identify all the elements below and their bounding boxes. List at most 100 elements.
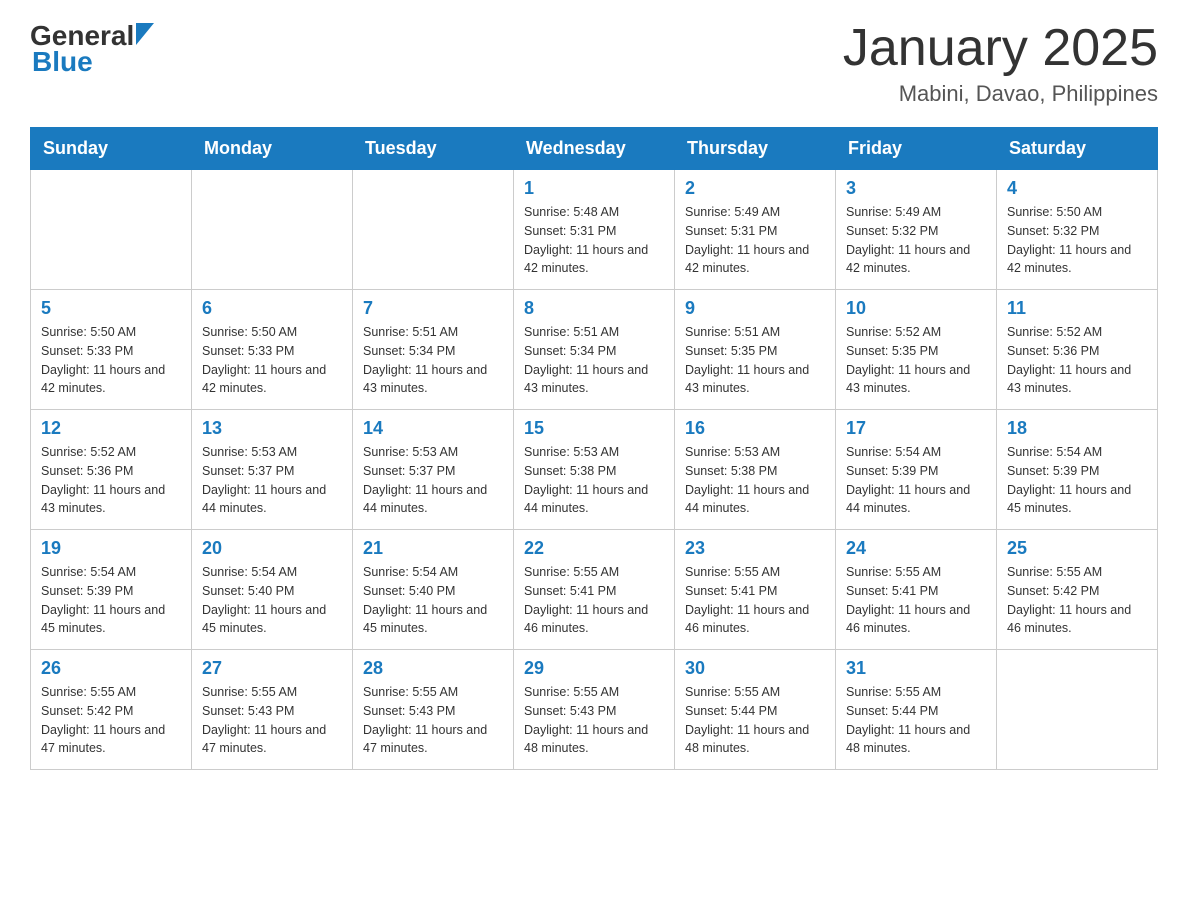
day-number: 23: [685, 538, 825, 559]
calendar-cell: [192, 170, 353, 290]
day-number: 10: [846, 298, 986, 319]
day-info: Sunrise: 5:54 AMSunset: 5:39 PMDaylight:…: [41, 563, 181, 638]
day-info: Sunrise: 5:49 AMSunset: 5:32 PMDaylight:…: [846, 203, 986, 278]
day-info: Sunrise: 5:52 AMSunset: 5:35 PMDaylight:…: [846, 323, 986, 398]
calendar-cell: 24 Sunrise: 5:55 AMSunset: 5:41 PMDayligh…: [836, 530, 997, 650]
day-number: 18: [1007, 418, 1147, 439]
day-number: 30: [685, 658, 825, 679]
day-info: Sunrise: 5:53 AMSunset: 5:38 PMDaylight:…: [524, 443, 664, 518]
calendar-cell: 17 Sunrise: 5:54 AMSunset: 5:39 PMDayligh…: [836, 410, 997, 530]
day-info: Sunrise: 5:55 AMSunset: 5:42 PMDaylight:…: [41, 683, 181, 758]
day-info: Sunrise: 5:53 AMSunset: 5:37 PMDaylight:…: [363, 443, 503, 518]
day-info: Sunrise: 5:51 AMSunset: 5:34 PMDaylight:…: [524, 323, 664, 398]
day-info: Sunrise: 5:55 AMSunset: 5:41 PMDaylight:…: [846, 563, 986, 638]
day-info: Sunrise: 5:55 AMSunset: 5:43 PMDaylight:…: [363, 683, 503, 758]
day-number: 20: [202, 538, 342, 559]
calendar-header-row: SundayMondayTuesdayWednesdayThursdayFrid…: [31, 128, 1158, 170]
day-number: 14: [363, 418, 503, 439]
day-number: 25: [1007, 538, 1147, 559]
day-number: 6: [202, 298, 342, 319]
day-info: Sunrise: 5:55 AMSunset: 5:41 PMDaylight:…: [685, 563, 825, 638]
page-header: General Blue January 2025 Mabini, Davao,…: [30, 20, 1158, 107]
day-number: 4: [1007, 178, 1147, 199]
day-number: 19: [41, 538, 181, 559]
day-info: Sunrise: 5:55 AMSunset: 5:43 PMDaylight:…: [524, 683, 664, 758]
calendar-cell: 19 Sunrise: 5:54 AMSunset: 5:39 PMDayligh…: [31, 530, 192, 650]
calendar-table: SundayMondayTuesdayWednesdayThursdayFrid…: [30, 127, 1158, 770]
calendar-cell: 22 Sunrise: 5:55 AMSunset: 5:41 PMDayligh…: [514, 530, 675, 650]
day-info: Sunrise: 5:55 AMSunset: 5:42 PMDaylight:…: [1007, 563, 1147, 638]
calendar-cell: 14 Sunrise: 5:53 AMSunset: 5:37 PMDayligh…: [353, 410, 514, 530]
day-number: 13: [202, 418, 342, 439]
calendar-cell: [31, 170, 192, 290]
logo-blue-text: Blue: [32, 46, 154, 78]
header-tuesday: Tuesday: [353, 128, 514, 170]
day-number: 11: [1007, 298, 1147, 319]
day-info: Sunrise: 5:55 AMSunset: 5:41 PMDaylight:…: [524, 563, 664, 638]
calendar-cell: 9 Sunrise: 5:51 AMSunset: 5:35 PMDaylight…: [675, 290, 836, 410]
calendar-cell: 23 Sunrise: 5:55 AMSunset: 5:41 PMDayligh…: [675, 530, 836, 650]
day-number: 21: [363, 538, 503, 559]
calendar-cell: [353, 170, 514, 290]
day-number: 24: [846, 538, 986, 559]
calendar-cell: 28 Sunrise: 5:55 AMSunset: 5:43 PMDayligh…: [353, 650, 514, 770]
title-section: January 2025 Mabini, Davao, Philippines: [843, 20, 1158, 107]
day-info: Sunrise: 5:54 AMSunset: 5:39 PMDaylight:…: [1007, 443, 1147, 518]
day-number: 5: [41, 298, 181, 319]
calendar-cell: 7 Sunrise: 5:51 AMSunset: 5:34 PMDaylight…: [353, 290, 514, 410]
day-info: Sunrise: 5:54 AMSunset: 5:39 PMDaylight:…: [846, 443, 986, 518]
calendar-cell: 13 Sunrise: 5:53 AMSunset: 5:37 PMDayligh…: [192, 410, 353, 530]
calendar-cell: 1 Sunrise: 5:48 AMSunset: 5:31 PMDaylight…: [514, 170, 675, 290]
header-monday: Monday: [192, 128, 353, 170]
day-info: Sunrise: 5:55 AMSunset: 5:43 PMDaylight:…: [202, 683, 342, 758]
day-info: Sunrise: 5:52 AMSunset: 5:36 PMDaylight:…: [1007, 323, 1147, 398]
day-number: 9: [685, 298, 825, 319]
calendar-cell: 15 Sunrise: 5:53 AMSunset: 5:38 PMDayligh…: [514, 410, 675, 530]
calendar-cell: 29Sunrise: 5:55 AMSunset: 5:43 PMDayligh…: [514, 650, 675, 770]
day-number: 17: [846, 418, 986, 439]
location-subtitle: Mabini, Davao, Philippines: [843, 81, 1158, 107]
day-info: Sunrise: 5:53 AMSunset: 5:37 PMDaylight:…: [202, 443, 342, 518]
calendar-cell: 27 Sunrise: 5:55 AMSunset: 5:43 PMDayligh…: [192, 650, 353, 770]
week-row-2: 5Sunrise: 5:50 AMSunset: 5:33 PMDaylight…: [31, 290, 1158, 410]
day-number: 15: [524, 418, 664, 439]
day-number: 27: [202, 658, 342, 679]
header-thursday: Thursday: [675, 128, 836, 170]
calendar-cell: 4 Sunrise: 5:50 AMSunset: 5:32 PMDaylight…: [997, 170, 1158, 290]
day-info: Sunrise: 5:54 AMSunset: 5:40 PMDaylight:…: [202, 563, 342, 638]
day-info: Sunrise: 5:55 AMSunset: 5:44 PMDaylight:…: [846, 683, 986, 758]
calendar-cell: 6Sunrise: 5:50 AMSunset: 5:33 PMDaylight…: [192, 290, 353, 410]
day-info: Sunrise: 5:51 AMSunset: 5:35 PMDaylight:…: [685, 323, 825, 398]
day-number: 1: [524, 178, 664, 199]
calendar-cell: 18 Sunrise: 5:54 AMSunset: 5:39 PMDayligh…: [997, 410, 1158, 530]
day-number: 16: [685, 418, 825, 439]
calendar-cell: 11 Sunrise: 5:52 AMSunset: 5:36 PMDayligh…: [997, 290, 1158, 410]
day-info: Sunrise: 5:50 AMSunset: 5:32 PMDaylight:…: [1007, 203, 1147, 278]
day-info: Sunrise: 5:49 AMSunset: 5:31 PMDaylight:…: [685, 203, 825, 278]
day-info: Sunrise: 5:55 AMSunset: 5:44 PMDaylight:…: [685, 683, 825, 758]
day-number: 28: [363, 658, 503, 679]
week-row-5: 26Sunrise: 5:55 AMSunset: 5:42 PMDayligh…: [31, 650, 1158, 770]
day-number: 22: [524, 538, 664, 559]
calendar-cell: 12Sunrise: 5:52 AMSunset: 5:36 PMDayligh…: [31, 410, 192, 530]
calendar-cell: 8 Sunrise: 5:51 AMSunset: 5:34 PMDaylight…: [514, 290, 675, 410]
header-wednesday: Wednesday: [514, 128, 675, 170]
day-info: Sunrise: 5:51 AMSunset: 5:34 PMDaylight:…: [363, 323, 503, 398]
day-number: 31: [846, 658, 986, 679]
week-row-3: 12Sunrise: 5:52 AMSunset: 5:36 PMDayligh…: [31, 410, 1158, 530]
calendar-cell: 10 Sunrise: 5:52 AMSunset: 5:35 PMDayligh…: [836, 290, 997, 410]
day-number: 2: [685, 178, 825, 199]
day-number: 7: [363, 298, 503, 319]
calendar-cell: 21Sunrise: 5:54 AMSunset: 5:40 PMDayligh…: [353, 530, 514, 650]
calendar-cell: 2 Sunrise: 5:49 AMSunset: 5:31 PMDaylight…: [675, 170, 836, 290]
day-info: Sunrise: 5:48 AMSunset: 5:31 PMDaylight:…: [524, 203, 664, 278]
day-info: Sunrise: 5:53 AMSunset: 5:38 PMDaylight:…: [685, 443, 825, 518]
week-row-1: 1 Sunrise: 5:48 AMSunset: 5:31 PMDaylight…: [31, 170, 1158, 290]
calendar-cell: 26Sunrise: 5:55 AMSunset: 5:42 PMDayligh…: [31, 650, 192, 770]
day-number: 8: [524, 298, 664, 319]
calendar-cell: [997, 650, 1158, 770]
calendar-cell: 25 Sunrise: 5:55 AMSunset: 5:42 PMDayligh…: [997, 530, 1158, 650]
header-sunday: Sunday: [31, 128, 192, 170]
day-number: 3: [846, 178, 986, 199]
day-number: 12: [41, 418, 181, 439]
